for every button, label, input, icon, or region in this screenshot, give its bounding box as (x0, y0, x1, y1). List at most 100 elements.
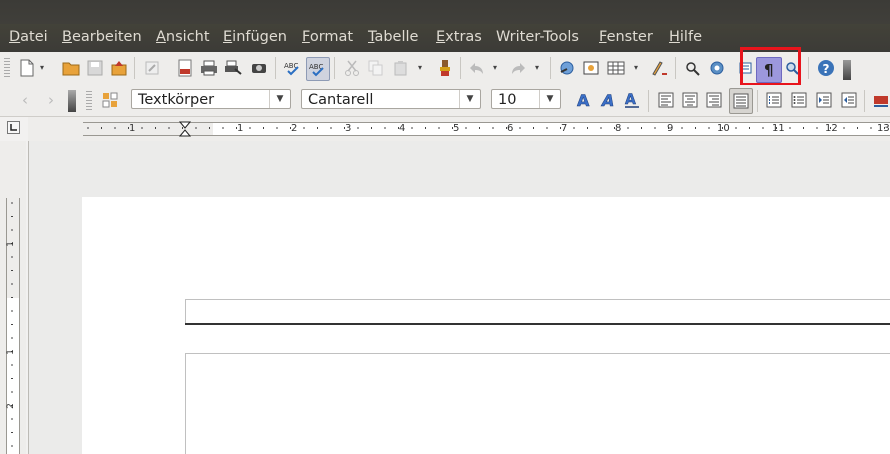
cut-icon[interactable] (341, 57, 363, 79)
toolbar-grip[interactable] (4, 58, 10, 78)
chevron-down-icon[interactable]: ▼ (459, 90, 480, 108)
copy-icon[interactable] (365, 57, 387, 79)
chevron-down-icon[interactable]: ▾ (418, 63, 422, 72)
ruler-number: 1 (5, 349, 16, 355)
tab-type-selector[interactable] (7, 121, 20, 134)
open-folder-icon[interactable] (60, 57, 82, 79)
print-directly-icon[interactable] (222, 57, 244, 79)
page-header-area[interactable] (185, 299, 890, 325)
indent-marker-icon[interactable] (179, 121, 191, 137)
new-document-icon[interactable] (16, 57, 38, 79)
export-pdf-icon[interactable] (174, 57, 196, 79)
chevron-down-icon[interactable]: ▼ (539, 90, 560, 108)
show-draw-functions-icon[interactable] (648, 57, 670, 79)
toolbar-handle[interactable] (68, 90, 76, 112)
menu-mnemonic: B (62, 29, 72, 45)
print-icon[interactable] (198, 57, 220, 79)
toolbar-separator (275, 57, 276, 79)
italic-icon[interactable]: A (597, 89, 619, 111)
menu-fenster[interactable]: Fenster (599, 29, 653, 45)
toolbar-grip[interactable] (86, 91, 92, 111)
align-right-icon[interactable] (703, 89, 725, 111)
ruler-number: 7 (561, 123, 568, 134)
menu-label: Writer-Tools (496, 29, 579, 45)
justify-icon[interactable] (729, 88, 753, 114)
menu-label: enster (606, 29, 653, 45)
menu-einfuegen[interactable]: Einfügen (223, 29, 287, 45)
menu-label: nsicht (165, 29, 210, 45)
highlighting-icon[interactable] (870, 89, 890, 111)
ruler-number: 10 (717, 123, 730, 134)
save-icon[interactable] (84, 57, 106, 79)
menu-hilfe[interactable]: Hilfe (669, 29, 702, 45)
toolbar-overflow-handle[interactable] (843, 60, 851, 80)
gallery-icon[interactable] (706, 57, 728, 79)
chevron-left-icon[interactable]: ‹ (22, 91, 28, 109)
menu-datei[interactable]: Datei (9, 29, 48, 45)
chevron-down-icon[interactable]: ▾ (634, 63, 638, 72)
font-size-select[interactable]: 10 ▼ (491, 89, 561, 109)
menu-label: abelle (374, 29, 419, 45)
help-icon[interactable]: ? (815, 57, 837, 79)
header-border-line (185, 323, 890, 325)
styles-formatting-icon[interactable] (99, 89, 121, 111)
vertical-ruler[interactable]: 1 1 2 (0, 141, 26, 454)
page-text-area[interactable] (185, 353, 890, 454)
menu-mnemonic: A (156, 29, 166, 45)
horizontal-ruler[interactable]: 1 1 2 3 4 5 6 7 8 9 10 11 12 13 (28, 117, 890, 141)
bullets-icon[interactable] (788, 89, 810, 111)
menu-format[interactable]: Format (302, 29, 353, 45)
align-left-icon[interactable] (655, 89, 677, 111)
ruler-number: 4 (399, 123, 406, 134)
table-icon[interactable] (605, 57, 627, 79)
menu-ansicht[interactable]: Ansicht (156, 29, 210, 45)
menu-tabelle[interactable]: Tabelle (368, 29, 418, 45)
clone-formatting-icon[interactable] (434, 57, 456, 79)
bold-icon[interactable]: A (573, 89, 595, 111)
menu-bearbeiten[interactable]: Bearbeiten (62, 29, 142, 45)
navigator-icon[interactable] (580, 57, 602, 79)
redo-icon[interactable] (507, 57, 529, 79)
formatting-toolbar: ‹ › Textkörper ▼ Cantarell ▼ 10 ▼ A A A (0, 85, 890, 117)
paragraph-style-select[interactable]: Textkörper ▼ (131, 89, 291, 109)
chevron-right-icon[interactable]: › (48, 91, 54, 109)
menu-writer-tools[interactable]: Writer-Tools (496, 29, 579, 45)
ruler-number: 1 (5, 241, 16, 247)
toolbar-separator (460, 57, 461, 79)
ruler-number: 6 (507, 123, 514, 134)
autospellcheck-icon[interactable]: ABC (306, 57, 330, 81)
print-preview-icon[interactable] (248, 57, 270, 79)
paste-icon[interactable] (390, 57, 412, 79)
chevron-down-icon[interactable]: ▾ (535, 63, 539, 72)
menu-label: atei (20, 29, 48, 45)
chevron-down-icon[interactable]: ▼ (269, 90, 290, 108)
edit-mode-icon[interactable] (141, 57, 163, 79)
toolbar-separator (334, 57, 335, 79)
svg-text:A: A (625, 92, 636, 108)
export-icon[interactable] (108, 57, 130, 79)
ruler-number: 9 (667, 123, 674, 134)
menu-label: infügen (232, 29, 287, 45)
decrease-indent-icon[interactable] (813, 89, 835, 111)
align-center-icon[interactable] (679, 89, 701, 111)
menu-label: earbeiten (71, 29, 142, 45)
numbering-icon[interactable] (763, 89, 785, 111)
ruler-number: 2 (5, 403, 16, 409)
spellcheck-icon[interactable]: ABC (282, 57, 304, 79)
font-name-value: Cantarell (308, 92, 374, 108)
menu-extras[interactable]: Extras (436, 29, 482, 45)
undo-icon[interactable] (466, 57, 488, 79)
hyperlink-icon[interactable] (556, 57, 578, 79)
increase-indent-icon[interactable] (838, 89, 860, 111)
toolbar-separator (550, 57, 551, 79)
menu-label: ilfe (679, 29, 702, 45)
chevron-down-icon[interactable]: ▾ (493, 63, 497, 72)
chevron-down-icon[interactable]: ▾ (40, 63, 44, 72)
menu-mnemonic: H (669, 29, 680, 45)
toolbar-separator (675, 57, 676, 79)
font-name-select[interactable]: Cantarell ▼ (301, 89, 481, 109)
menu-mnemonic: E (223, 29, 233, 45)
find-replace-icon[interactable] (682, 57, 704, 79)
ruler-number: 12 (825, 123, 838, 134)
underline-icon[interactable]: A (621, 89, 643, 111)
